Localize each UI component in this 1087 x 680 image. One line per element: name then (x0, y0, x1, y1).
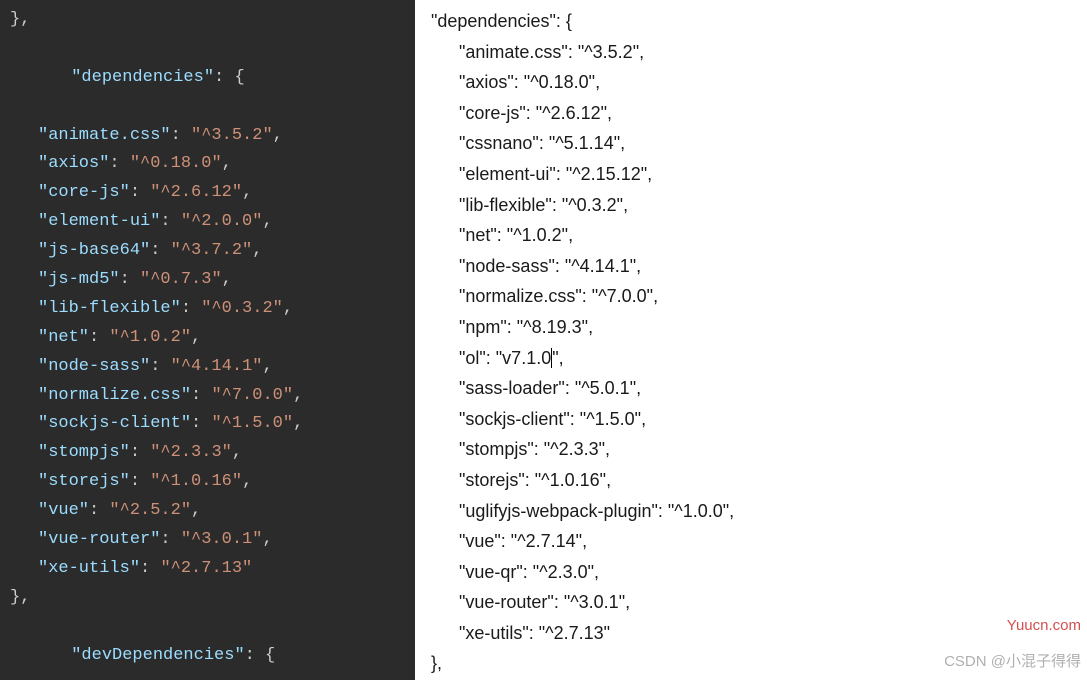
dependency-entry: "vue-router": "^3.0.1", (10, 526, 415, 555)
dependency-entry: "uglifyjs-webpack-plugin": "^1.0.0", (427, 496, 1087, 527)
dependency-entry: "js-base64": "^3.7.2", (10, 237, 415, 266)
left-editor-pane[interactable]: }, "dependencies": { "animate.css": "^3.… (0, 0, 415, 680)
dependency-entry: "core-js": "^2.6.12", (427, 98, 1087, 129)
right-editor-pane[interactable]: "dependencies": { "animate.css": "^3.5.2… (415, 0, 1087, 680)
json-close-brace: }, (10, 6, 415, 35)
dependency-entry: "js-md5": "^0.7.3", (10, 266, 415, 295)
dependency-entry: "net": "^1.0.2", (10, 324, 415, 353)
dependency-entry: "storejs": "^1.0.16", (10, 468, 415, 497)
dependency-entry: "vue": "^2.7.14", (427, 526, 1087, 557)
dependency-entry: "axios": "^0.18.0", (10, 150, 415, 179)
dependency-entry: "storejs": "^1.0.16", (427, 465, 1087, 496)
dependency-entry: "element-ui": "^2.0.0", (10, 208, 415, 237)
dependency-entry: "xe-utils": "^2.7.13" (427, 618, 1087, 649)
dependencies-key-line: "dependencies": { (10, 35, 415, 122)
dependency-entry: "animate.css": "^3.5.2", (10, 122, 415, 151)
dependency-entry: "stompjs": "^2.3.3", (427, 434, 1087, 465)
dependency-entry: "vue-qr": "^2.3.0", (427, 557, 1087, 588)
code-comparison-view: }, "dependencies": { "animate.css": "^3.… (0, 0, 1087, 680)
dependency-entry: "node-sass": "^4.14.1", (427, 251, 1087, 282)
devdependencies-key-line: "devDependencies": { (10, 613, 415, 680)
dependency-entry: "normalize.css": "^7.0.0", (427, 281, 1087, 312)
dependency-entry: "lib-flexible": "^0.3.2", (427, 190, 1087, 221)
dependency-entry: "normalize.css": "^7.0.0", (10, 382, 415, 411)
dependency-entry: "animate.css": "^3.5.2", (427, 37, 1087, 68)
dependency-entry: "xe-utils": "^2.7.13" (10, 555, 415, 584)
dependency-entry: "vue": "^2.5.2", (10, 497, 415, 526)
dependency-entry: "lib-flexible": "^0.3.2", (10, 295, 415, 324)
dependency-entry: "ol": "v7.1.0", (427, 343, 1087, 374)
dependency-entry: "sockjs-client": "^1.5.0", (427, 404, 1087, 435)
json-close-brace: }, (427, 648, 1087, 679)
dependency-entry: "axios": "^0.18.0", (427, 67, 1087, 98)
dependency-entry: "net": "^1.0.2", (427, 220, 1087, 251)
dependency-entry: "sockjs-client": "^1.5.0", (10, 410, 415, 439)
dependency-entry: "cssnano": "^5.1.14", (427, 128, 1087, 159)
dependencies-key-line: "dependencies": { (427, 6, 1087, 37)
json-close-brace: }, (10, 584, 415, 613)
dependency-entry: "stompjs": "^2.3.3", (10, 439, 415, 468)
dependency-entry: "core-js": "^2.6.12", (10, 179, 415, 208)
dependency-entry: "npm": "^8.19.3", (427, 312, 1087, 343)
dependency-entry: "sass-loader": "^5.0.1", (427, 373, 1087, 404)
dependency-entry: "element-ui": "^2.15.12", (427, 159, 1087, 190)
dependency-entry: "vue-router": "^3.0.1", (427, 587, 1087, 618)
dependency-entry: "node-sass": "^4.14.1", (10, 353, 415, 382)
